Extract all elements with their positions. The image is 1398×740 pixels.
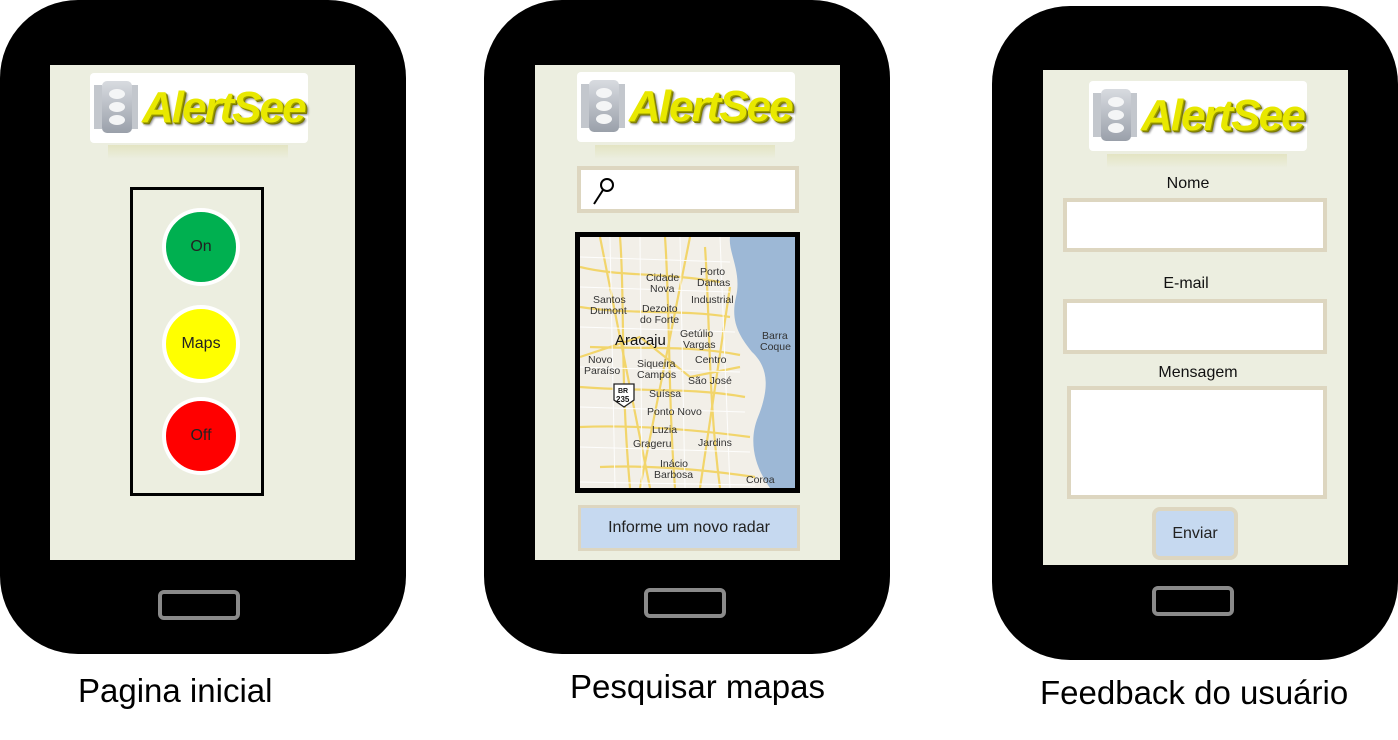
email-field[interactable] (1063, 299, 1327, 354)
alertsee-logo: AlertSee (90, 73, 308, 143)
map-label: São José (688, 375, 732, 387)
map-label: Luzia (652, 424, 677, 436)
map-label: Centro (695, 354, 727, 366)
maps-button[interactable]: Maps (162, 305, 240, 383)
logo-text: AlertSee (142, 83, 307, 132)
new-radar-button[interactable]: Informe um novo radar (578, 505, 800, 551)
name-field[interactable] (1063, 198, 1327, 252)
map-label: Suíssa (649, 388, 681, 400)
email-label: E-mail (1163, 275, 1209, 292)
maps-screen: AlertSee Cidade Nova Porto Dantas Indust… (535, 65, 840, 560)
map-search-input[interactable] (577, 166, 799, 213)
name-label: Nome (1166, 175, 1210, 192)
traffic-light-panel: On Maps Off (130, 187, 264, 496)
city-map[interactable]: Cidade Nova Porto Dantas Industrial Sant… (575, 232, 800, 493)
off-button[interactable]: Off (162, 397, 240, 475)
caption-feedback: Feedback do usuário (1040, 674, 1349, 711)
message-label: Mensagem (1158, 364, 1238, 381)
phone-maps: AlertSee Cidade Nova Porto Dantas Indust… (484, 0, 890, 654)
alertsee-logo: AlertSee (577, 72, 795, 142)
phone-feedback: AlertSee Nome E-mail Mensagem Enviar (992, 6, 1398, 660)
map-label: Nova (650, 283, 675, 295)
send-button[interactable]: Enviar (1152, 507, 1238, 560)
map-label: Vargas (683, 339, 716, 351)
home-hardware-button[interactable] (1152, 586, 1234, 616)
logo-text: AlertSee (1141, 91, 1306, 140)
alertsee-logo: AlertSee (1089, 81, 1307, 151)
home-screen: AlertSee On Maps Off (50, 65, 355, 560)
map-label: do Forte (640, 314, 679, 326)
map-label: Coque (760, 341, 791, 353)
map-label: Campos (637, 369, 676, 381)
caption-maps: Pesquisar mapas (570, 668, 825, 705)
home-hardware-button[interactable] (158, 590, 240, 620)
br-number: 235 (616, 395, 630, 404)
phone-home: AlertSee On Maps Off (0, 0, 406, 654)
map-label: Jardins (698, 437, 732, 449)
caption-home: Pagina inicial (78, 672, 273, 709)
search-icon (593, 178, 614, 205)
map-label: Barbosa (654, 469, 693, 481)
map-label: Coroa (746, 474, 775, 486)
map-label-aracaju: Aracaju (615, 332, 666, 349)
map-label: Industrial (691, 294, 734, 306)
map-label: Ponto Novo (647, 406, 702, 418)
map-label: Dumont (590, 305, 627, 317)
map-label: Dantas (697, 277, 730, 289)
feedback-screen: AlertSee Nome E-mail Mensagem Enviar (1043, 70, 1348, 565)
br-label: BR (618, 388, 628, 395)
message-field[interactable] (1067, 386, 1327, 499)
map-label: Grageru (633, 438, 672, 450)
home-hardware-button[interactable] (644, 588, 726, 618)
on-button[interactable]: On (162, 208, 240, 286)
map-label: Paraíso (584, 365, 620, 377)
logo-text: AlertSee (629, 82, 794, 131)
